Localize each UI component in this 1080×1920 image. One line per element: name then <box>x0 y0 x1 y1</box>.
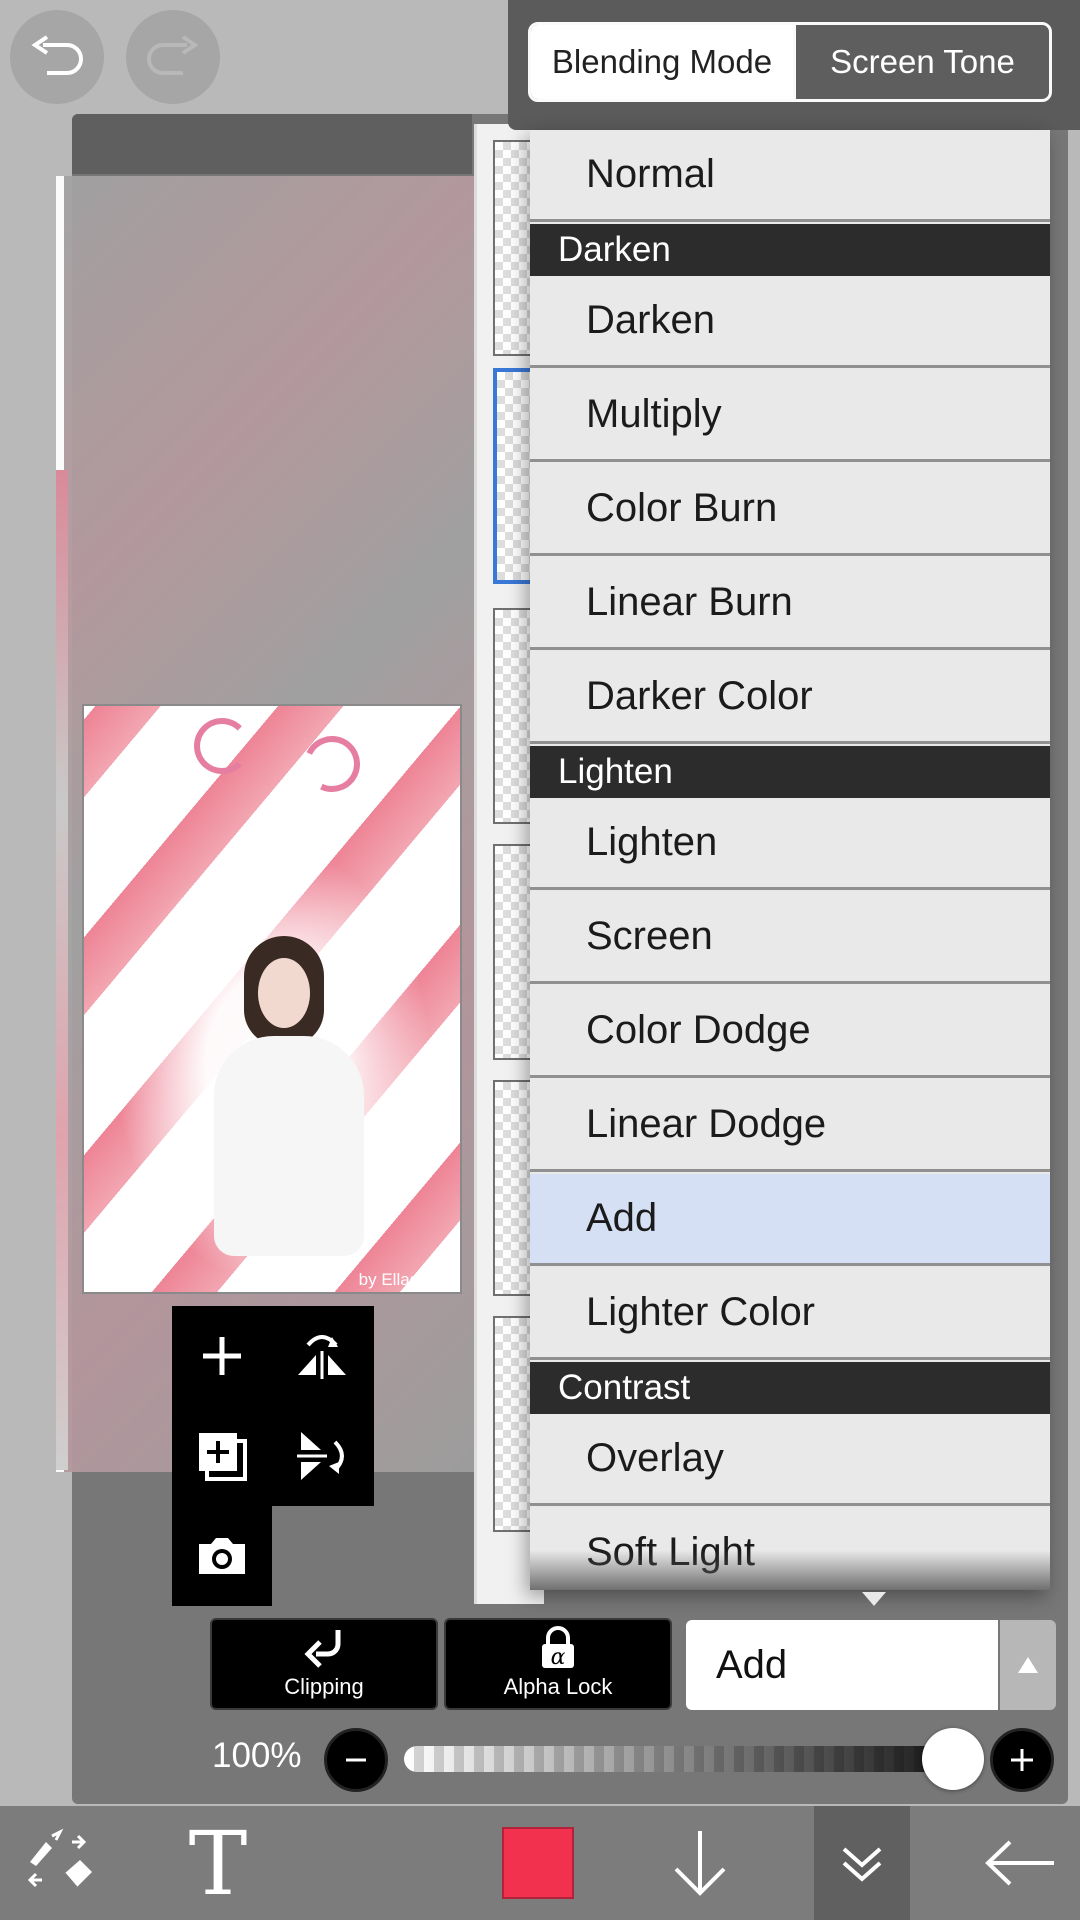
blend-option[interactable]: Linear Burn <box>530 558 1050 650</box>
undo-button[interactable] <box>10 10 104 104</box>
flip-horizontal-icon <box>298 1335 346 1379</box>
brush-eraser-icon <box>27 1828 92 1890</box>
blend-mode-list[interactable]: Normal Darken Darken Multiply Color Burn Line… <box>530 130 1050 1590</box>
blend-option[interactable]: Lighter Color <box>530 1268 1050 1360</box>
mode-tab-bar: Blending Mode Screen Tone <box>528 22 1052 102</box>
blend-option[interactable]: Linear Dodge <box>530 1080 1050 1172</box>
preview-figure-body <box>214 1036 364 1256</box>
preview-figure-face <box>258 958 310 1028</box>
svg-text:α: α <box>551 1645 566 1670</box>
minus-icon <box>346 1758 366 1762</box>
blend-group-header: Contrast <box>530 1362 1050 1414</box>
alpha-lock-button[interactable]: α Alpha Lock <box>444 1618 672 1710</box>
blend-option[interactable]: Lighten <box>530 798 1050 890</box>
opacity-increase-button[interactable] <box>990 1728 1054 1792</box>
lock-icon: α <box>542 1626 574 1670</box>
redo-icon <box>147 35 199 75</box>
brush-eraser-tool-button[interactable] <box>10 1806 110 1920</box>
canvas-edge <box>56 470 68 1470</box>
opacity-decrease-button[interactable] <box>324 1728 388 1792</box>
decoration-swirl <box>296 728 368 800</box>
dropdown-pointer <box>862 1592 886 1606</box>
blend-group-header: Darken <box>530 224 1050 276</box>
blend-option[interactable]: Darker Color <box>530 652 1050 744</box>
opacity-slider[interactable] <box>404 1746 978 1772</box>
tab-screen-tone[interactable]: Screen Tone <box>793 25 1049 99</box>
blend-option[interactable]: Overlay <box>530 1414 1050 1506</box>
blend-option[interactable]: Darken <box>530 276 1050 368</box>
blend-option[interactable]: Color Dodge <box>530 986 1050 1078</box>
duplicate-layer-icon <box>199 1433 247 1481</box>
layer-tool-palette <box>172 1306 374 1506</box>
camera-icon <box>199 1538 245 1574</box>
clipping-label: Clipping <box>284 1674 364 1699</box>
plus-icon <box>203 1337 241 1375</box>
undo-icon <box>31 35 83 75</box>
arrow-left-icon <box>985 1840 1054 1886</box>
arrow-down-icon <box>674 1831 726 1896</box>
move-layer-down-button[interactable] <box>650 1806 750 1920</box>
primary-color-swatch <box>502 1827 574 1899</box>
alpha-lock-label: Alpha Lock <box>503 1674 613 1699</box>
clipping-icon <box>304 1630 341 1668</box>
flip-vertical-button[interactable] <box>272 1406 372 1506</box>
add-layer-button[interactable] <box>172 1306 272 1406</box>
opacity-value: 100% <box>212 1736 302 1775</box>
triangle-up-icon <box>1018 1657 1038 1673</box>
clipping-button[interactable]: Clipping <box>210 1618 438 1710</box>
duplicate-layer-button[interactable] <box>172 1406 272 1506</box>
color-picker-button[interactable] <box>488 1806 588 1920</box>
redo-button[interactable] <box>126 10 220 104</box>
blend-group-header: Lighten <box>530 746 1050 798</box>
flip-vertical-icon <box>297 1432 344 1480</box>
text-tool-button[interactable]: T <box>168 1806 268 1920</box>
flip-horizontal-button[interactable] <box>272 1306 372 1406</box>
tab-blending-mode[interactable]: Blending Mode <box>531 25 793 99</box>
blend-option[interactable]: Screen <box>530 892 1050 984</box>
layer-panel-header <box>72 114 472 174</box>
opacity-slider-handle[interactable] <box>922 1728 984 1790</box>
blend-option-selected[interactable]: Add <box>530 1174 1050 1266</box>
text-tool-icon: T <box>188 1811 248 1915</box>
blend-option[interactable]: Normal <box>530 130 1050 222</box>
list-scroll-fade <box>530 1550 1050 1590</box>
preview-credit: by Ellagance <box>358 1270 456 1289</box>
canvas-preview[interactable]: by Ellagance <box>82 704 462 1294</box>
back-button[interactable] <box>970 1806 1070 1920</box>
layer-tool-palette-extra <box>172 1506 272 1606</box>
blend-option[interactable]: Multiply <box>530 370 1050 462</box>
import-photo-button[interactable] <box>172 1506 272 1606</box>
blend-mode-toggle-button[interactable] <box>1000 1620 1056 1710</box>
double-chevron-down-icon <box>842 1847 882 1882</box>
blend-option[interactable]: Color Burn <box>530 464 1050 556</box>
blend-mode-select[interactable]: Add <box>686 1620 998 1710</box>
decoration-swirl <box>194 718 250 774</box>
plus-icon <box>1011 1749 1033 1771</box>
merge-down-button[interactable] <box>814 1806 910 1920</box>
